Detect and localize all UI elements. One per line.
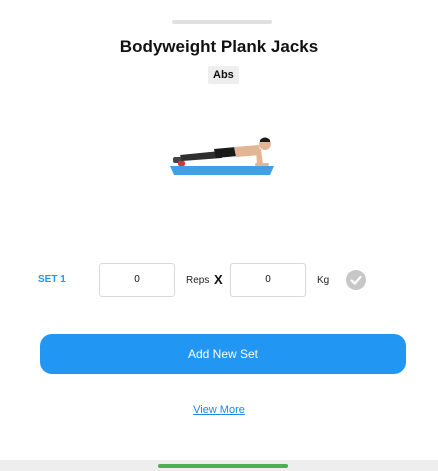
times-symbol: X bbox=[214, 272, 223, 287]
weight-input[interactable]: 0 bbox=[230, 263, 306, 297]
check-circle-icon[interactable] bbox=[346, 270, 366, 290]
exercise-title: Bodyweight Plank Jacks bbox=[119, 37, 319, 56]
home-indicator[interactable] bbox=[158, 464, 288, 468]
set-row: SET 1 0 Reps X 0 Kg bbox=[0, 263, 438, 297]
exercise-sheet: Bodyweight Plank Jacks Abs SET 1 0 Reps … bbox=[0, 0, 438, 460]
reps-unit-label: Reps bbox=[186, 275, 210, 286]
add-new-set-button[interactable]: Add New Set bbox=[40, 334, 406, 374]
weight-unit-label: Kg bbox=[317, 275, 330, 286]
category-tag: Abs bbox=[208, 66, 239, 84]
checkmark-icon bbox=[350, 275, 362, 285]
reps-input[interactable]: 0 bbox=[99, 263, 175, 297]
drag-handle[interactable] bbox=[172, 20, 272, 24]
exercise-image bbox=[164, 95, 276, 219]
view-more-link[interactable]: View More bbox=[0, 404, 438, 416]
set-label: SET 1 bbox=[38, 274, 66, 285]
person-plank-illustration bbox=[170, 137, 274, 175]
